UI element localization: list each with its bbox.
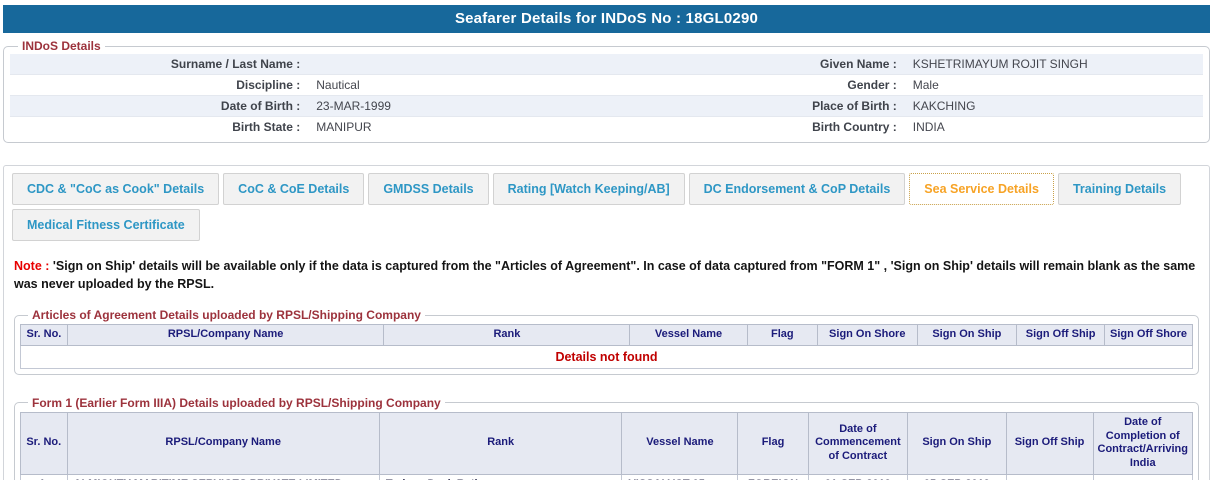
articles-header-row: Sr. No. RPSL/Company Name Rank Vessel Na… (20, 324, 1193, 346)
col-rpsl-company-name: RPSL/Company Name (66, 411, 380, 475)
cell-date-completion (1092, 473, 1193, 480)
given-name-value: KSHETRIMAYUM ROJIT SINGH (912, 57, 1088, 71)
tab-bar-row-2: Medical Fitness Certificate (12, 209, 1201, 241)
col-flag: Flag (746, 324, 818, 346)
tab-training-details[interactable]: Training Details (1057, 173, 1182, 205)
articles-table: Sr. No. RPSL/Company Name Rank Vessel Na… (20, 324, 1193, 369)
form1-legend: Form 1 (Earlier Form IIIA) Details uploa… (32, 395, 441, 410)
birth-country-value: INDIA (912, 120, 945, 134)
tab-cdc-coc-as-cook-details[interactable]: CDC & "CoC as Cook" Details (12, 173, 220, 205)
place-of-birth-label: Place of Birth : (812, 99, 897, 113)
tab-coc-coe-details[interactable]: CoC & CoE Details (223, 173, 365, 205)
col-sign-off-ship: Sign Off Ship (1005, 411, 1094, 475)
tab-gmdss-details[interactable]: GMDSS Details (368, 173, 489, 205)
col-sr-no: Sr. No. (20, 324, 68, 346)
note-text: 'Sign on Ship' details will be available… (14, 259, 1196, 291)
table-row: 1. ALMIGHTY MARITIME SERVICES PRIVATE LI… (20, 473, 1193, 480)
articles-empty-row: Details not found (20, 344, 1193, 369)
note-prefix: Note : (14, 259, 50, 273)
indos-row-discipline: Discipline : Nautical Gender : Male (10, 75, 1203, 96)
page: Seafarer Details for INDoS No : 18GL0290… (0, 0, 1213, 480)
cell-company-name: ALMIGHTY MARITIME SERVICES PRIVATE LIMIT… (66, 473, 380, 480)
gender-label: Gender : (847, 78, 897, 92)
cell-date-commencement: 01-SEP-2019 (807, 473, 909, 480)
cell-rank: Trainee Deck Rating (378, 473, 623, 480)
articles-legend: Articles of Agreement Details uploaded b… (32, 308, 421, 322)
col-sign-on-ship: Sign On Ship (916, 324, 1018, 346)
cell-sign-on-ship: 05-SEP-2019 (907, 473, 1007, 480)
col-vessel-name: Vessel Name (621, 411, 739, 475)
indos-details-legend: INDoS Details (22, 39, 101, 53)
birth-country-label: Birth Country : (812, 120, 897, 134)
col-rpsl-company-name: RPSL/Company Name (66, 324, 385, 346)
birth-state-label: Birth State : (232, 120, 301, 134)
discipline-label: Discipline : (236, 78, 301, 92)
dob-label: Date of Birth : (220, 99, 301, 113)
gender-value: Male (912, 78, 939, 92)
surname-label: Surname / Last Name : (170, 57, 301, 71)
col-vessel-name: Vessel Name (629, 324, 748, 346)
col-rank: Rank (383, 324, 631, 346)
col-date-completion-contract: Date of Completion of Contract/Arriving … (1092, 411, 1193, 475)
form1-header-row: Sr. No. RPSL/Company Name Rank Vessel Na… (20, 411, 1193, 475)
col-sign-on-shore: Sign On Shore (816, 324, 918, 346)
tab-sea-service-details[interactable]: Sea Service Details (909, 173, 1054, 205)
col-date-commencement-contract: Date of Commencement of Contract (807, 411, 909, 475)
cell-flag: FOREIGN (737, 473, 809, 480)
col-sign-off-ship: Sign Off Ship (1016, 324, 1106, 346)
form1-table: Sr. No. RPSL/Company Name Rank Vessel Na… (20, 411, 1193, 480)
place-of-birth-value: KAKCHING (912, 99, 976, 113)
indos-row-name: Surname / Last Name : Given Name : KSHET… (10, 54, 1203, 75)
form1-section: Form 1 (Earlier Form IIIA) Details uploa… (14, 395, 1199, 480)
cell-vessel-name: VISSAI VCT 05 (621, 473, 739, 480)
tab-dc-endorsement-cop-details[interactable]: DC Endorsement & CoP Details (688, 173, 906, 205)
col-rank: Rank (378, 411, 623, 475)
col-sign-off-shore: Sign Off Shore (1104, 324, 1193, 346)
cell-sr-no: 1. (20, 473, 68, 480)
col-sign-on-ship: Sign On Ship (907, 411, 1007, 475)
dob-value: 23-MAR-1999 (316, 99, 391, 113)
page-title: Seafarer Details for INDoS No : 18GL0290 (3, 5, 1210, 33)
indos-row-birth: Date of Birth : 23-MAR-1999 Place of Bir… (10, 95, 1203, 117)
col-sr-no: Sr. No. (20, 411, 68, 475)
articles-of-agreement-section: Articles of Agreement Details uploaded b… (14, 308, 1199, 375)
details-not-found-message: Details not found (20, 344, 1193, 369)
indos-details-table: Surname / Last Name : Given Name : KSHET… (10, 54, 1203, 137)
tab-medical-fitness-certificate[interactable]: Medical Fitness Certificate (12, 209, 200, 241)
surname-value (308, 54, 606, 75)
tab-bar-row-1: CDC & "CoC as Cook" Details CoC & CoE De… (12, 173, 1201, 205)
indos-row-state: Birth State : MANIPUR Birth Country : IN… (10, 117, 1203, 138)
cell-sign-off-ship (1005, 473, 1094, 480)
discipline-value: Nautical (316, 78, 360, 92)
sign-on-ship-note: Note : 'Sign on Ship' details will be av… (14, 258, 1199, 293)
col-flag: Flag (737, 411, 809, 475)
indos-details-section: INDoS Details Surname / Last Name : Give… (3, 39, 1210, 143)
given-name-label: Given Name : (820, 57, 897, 71)
birth-state-value: MANIPUR (316, 120, 372, 134)
tab-content-panel: CDC & "CoC as Cook" Details CoC & CoE De… (3, 165, 1210, 480)
tab-rating-watch-keeping-ab[interactable]: Rating [Watch Keeping/AB] (492, 173, 685, 205)
